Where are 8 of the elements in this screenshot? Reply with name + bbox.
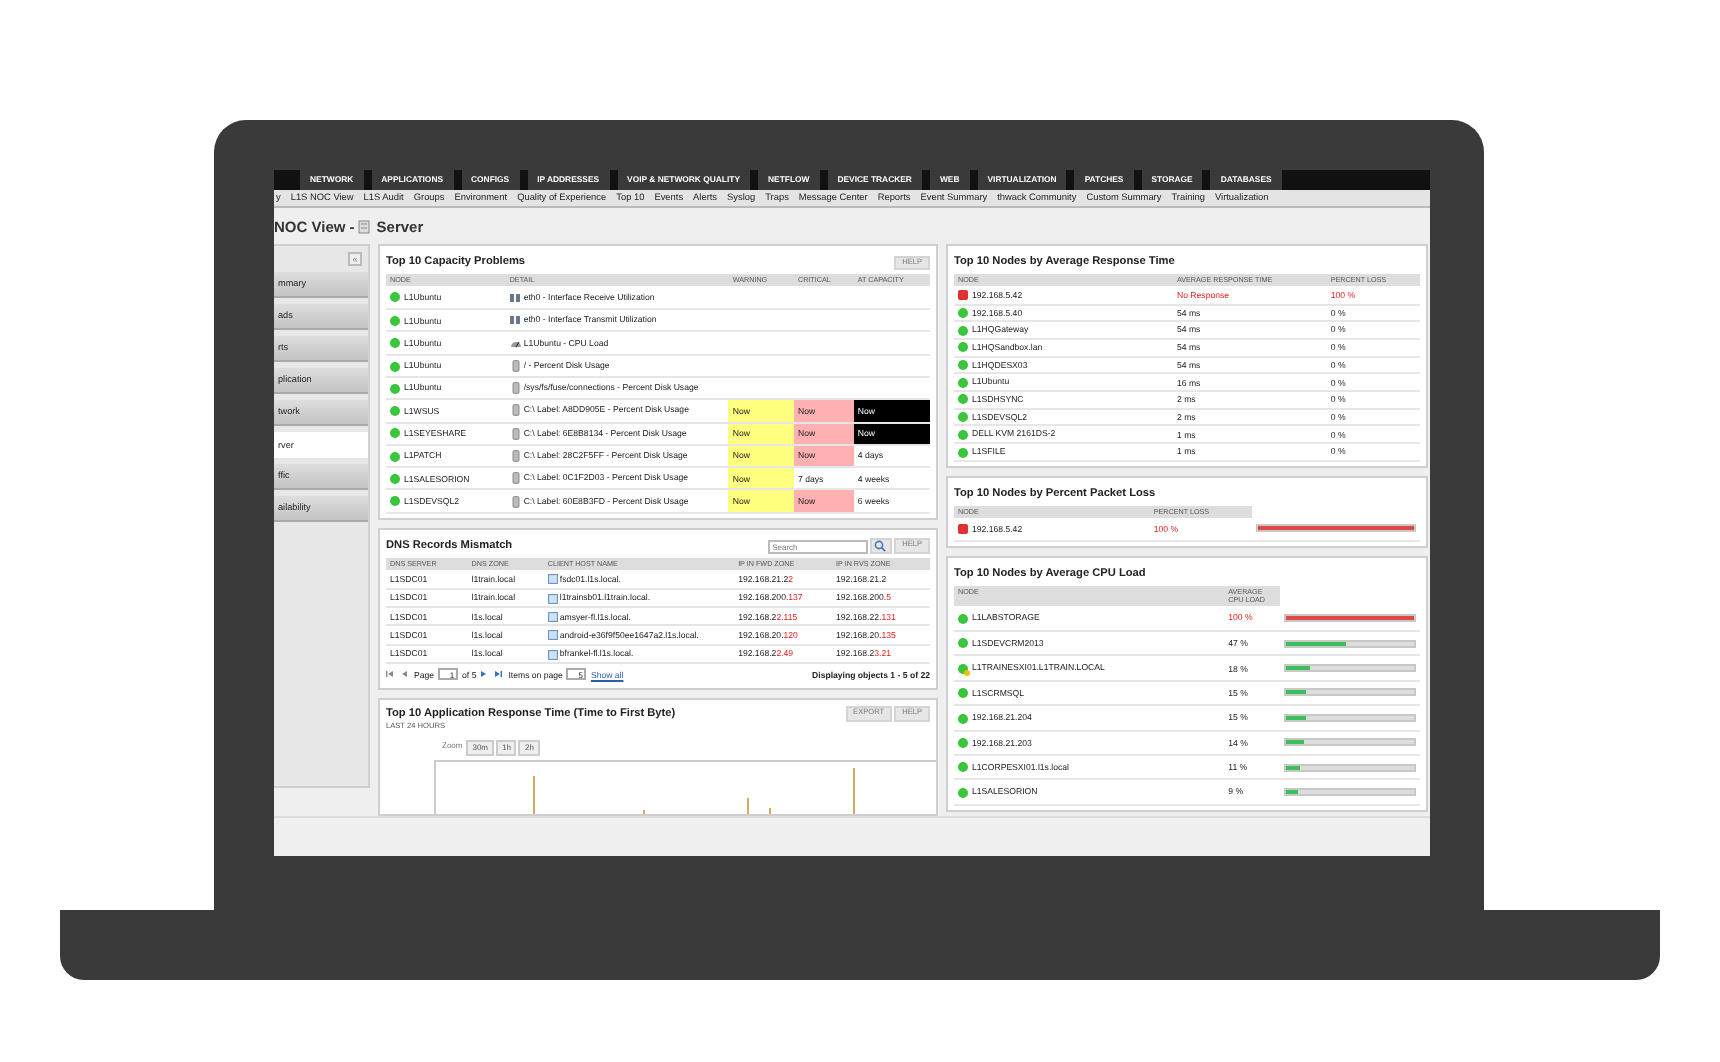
first-page-icon: [386, 670, 394, 679]
server-icon: [358, 219, 371, 233]
gauge-icon: [509, 337, 522, 350]
next-page-icon: [480, 670, 489, 679]
search-button[interactable]: [870, 538, 893, 555]
search-icon: [874, 540, 887, 553]
previous-page-icon: [400, 670, 408, 679]
last-page-icon: [494, 670, 503, 679]
